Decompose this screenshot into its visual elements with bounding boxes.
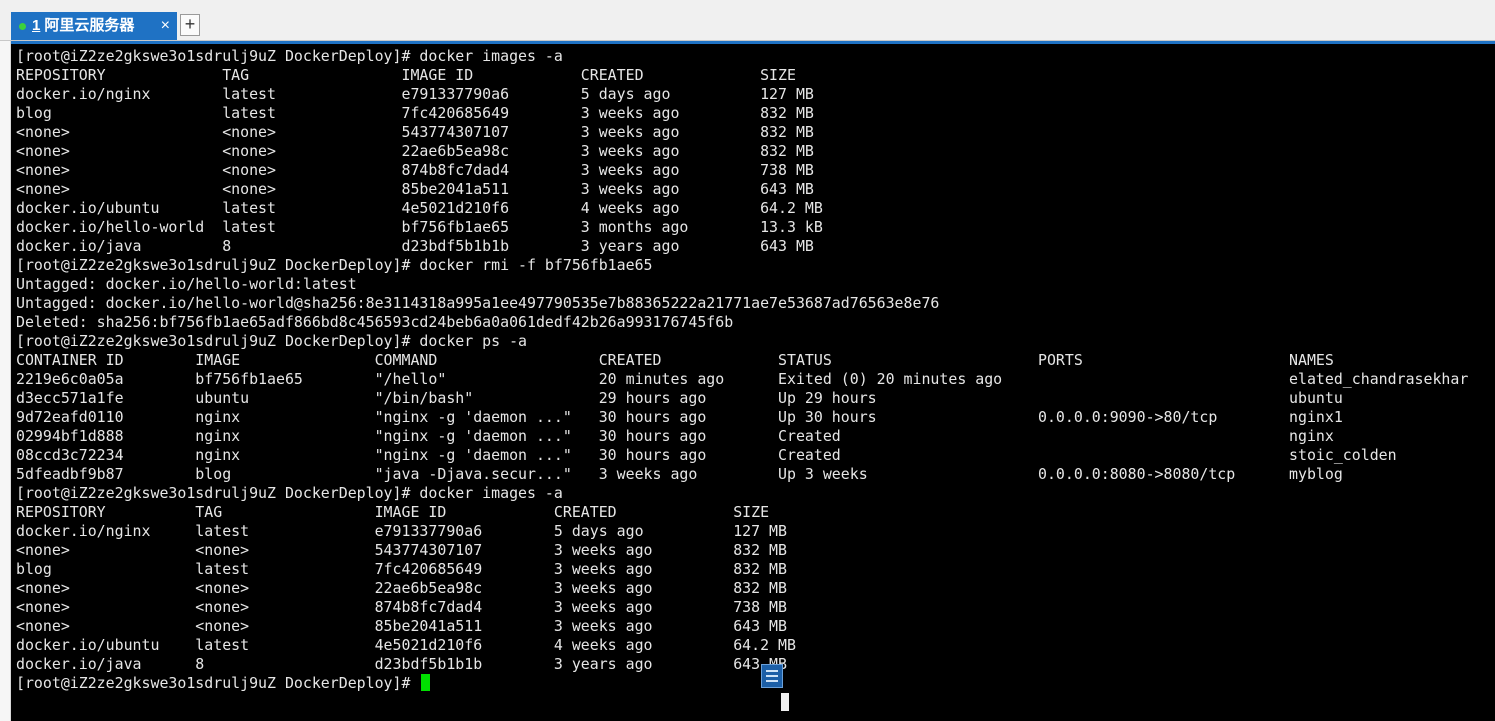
close-tab-icon[interactable]: × [161, 12, 170, 40]
terminal-line: docker.io/java 8 d23bdf5b1b1b 3 years ag… [16, 237, 814, 255]
terminal-line: <none> <none> 874b8fc7dad4 3 weeks ago 7… [16, 598, 787, 616]
terminal-line: 08ccd3c72234 nginx "nginx -g 'daemon ...… [16, 446, 1397, 464]
terminal-line: CONTAINER ID IMAGE COMMAND CREATED STATU… [16, 351, 1334, 369]
tab-bar: 1 阿里云服务器 × + [0, 0, 1495, 41]
terminal-line: 02994bf1d888 nginx "nginx -g 'daemon ...… [16, 427, 1334, 445]
terminal-line: REPOSITORY TAG IMAGE ID CREATED SIZE [16, 503, 770, 521]
terminal-line: docker.io/ubuntu latest 4e5021d210f6 4 w… [16, 636, 796, 654]
terminal-line: Untagged: docker.io/hello-world:latest [16, 275, 357, 293]
shell-prompt: [root@iZ2ze2gkswe3o1sdrulj9uZ DockerDepl… [16, 674, 420, 692]
terminal-line: docker.io/hello-world latest bf756fb1ae6… [16, 218, 823, 236]
terminal-line: 5dfeadbf9b87 blog "java -Djava.secur..."… [16, 465, 1343, 483]
terminal-line: <none> <none> 543774307107 3 weeks ago 8… [16, 541, 787, 559]
terminal-window[interactable]: [root@iZ2ze2gkswe3o1sdrulj9uZ DockerDepl… [11, 41, 1495, 721]
tab-aliyun-server[interactable]: 1 阿里云服务器 × [11, 12, 177, 40]
terminal-prompt-line[interactable]: [root@iZ2ze2gkswe3o1sdrulj9uZ DockerDepl… [16, 674, 1468, 693]
terminal-line: <none> <none> 22ae6b5ea98c 3 weeks ago 8… [16, 579, 787, 597]
terminal-line: [root@iZ2ze2gkswe3o1sdrulj9uZ DockerDepl… [16, 47, 563, 65]
terminal-line: Deleted: sha256:bf756fb1ae65adf866bd8c45… [16, 313, 734, 331]
terminal-line: 9d72eafd0110 nginx "nginx -g 'daemon ...… [16, 408, 1343, 426]
terminal-line: <none> <none> 85be2041a511 3 weeks ago 6… [16, 617, 787, 635]
new-tab-button[interactable]: + [180, 14, 200, 36]
terminal-line: [root@iZ2ze2gkswe3o1sdrulj9uZ DockerDepl… [16, 484, 563, 502]
tab-title: 阿里云服务器 [44, 17, 135, 34]
terminal-line: docker.io/nginx latest e791337790a6 5 da… [16, 522, 787, 540]
terminal-line: REPOSITORY TAG IMAGE ID CREATED SIZE [16, 66, 796, 84]
terminal-output: [root@iZ2ze2gkswe3o1sdrulj9uZ DockerDepl… [16, 47, 1468, 693]
terminal-line: Untagged: docker.io/hello-world@sha256:8… [16, 294, 940, 312]
terminal-line: <none> <none> 22ae6b5ea98c 3 weeks ago 8… [16, 142, 814, 160]
notes-icon[interactable] [761, 664, 783, 688]
connected-status-icon [19, 22, 26, 30]
text-cursor-ibeam [781, 693, 789, 711]
terminal-line: 2219e6c0a05a bf756fb1ae65 "/hello" 20 mi… [16, 370, 1469, 388]
terminal-line: <none> <none> 543774307107 3 weeks ago 8… [16, 123, 814, 141]
terminal-line: <none> <none> 874b8fc7dad4 3 weeks ago 7… [16, 161, 814, 179]
terminal-line: d3ecc571a1fe ubuntu "/bin/bash" 29 hours… [16, 389, 1343, 407]
terminal-line: blog latest 7fc420685649 3 weeks ago 832… [16, 104, 814, 122]
tab-number: 1 [32, 17, 41, 34]
terminal-line: [root@iZ2ze2gkswe3o1sdrulj9uZ DockerDepl… [16, 256, 653, 274]
terminal-cursor [421, 674, 431, 691]
terminal-line: blog latest 7fc420685649 3 weeks ago 832… [16, 560, 787, 578]
terminal-line: docker.io/java 8 d23bdf5b1b1b 3 years ag… [16, 655, 787, 673]
terminal-line: docker.io/nginx latest e791337790a6 5 da… [16, 85, 814, 103]
terminal-line: <none> <none> 85be2041a511 3 weeks ago 6… [16, 180, 814, 198]
terminal-line: docker.io/ubuntu latest 4e5021d210f6 4 w… [16, 199, 823, 217]
terminal-line: [root@iZ2ze2gkswe3o1sdrulj9uZ DockerDepl… [16, 332, 528, 350]
left-gutter [0, 41, 11, 721]
